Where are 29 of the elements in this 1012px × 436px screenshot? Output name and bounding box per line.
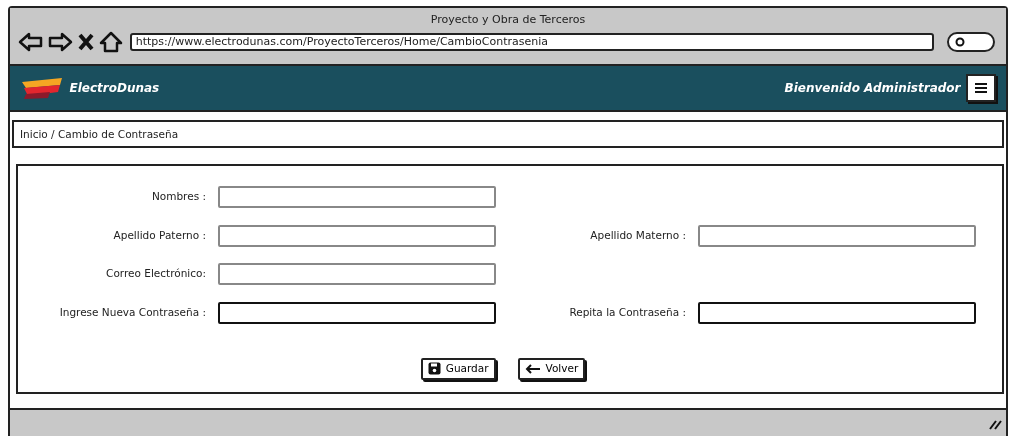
field-label: Nombres : <box>150 189 207 205</box>
forward-icon[interactable] <box>46 31 73 54</box>
field-label: Ingrese Nueva Contraseña : <box>58 304 207 320</box>
logo-icon <box>20 76 64 100</box>
input-field[interactable] <box>218 263 496 286</box>
arrow-left-icon <box>524 363 541 374</box>
welcome-text: Bienvenido Administrador <box>784 80 961 97</box>
window-title: Proyecto y Obra de Terceros <box>429 12 587 28</box>
address-bar[interactable]: https://www.electrodunas.com/ProyectoTerceros/Home/CambioContrasenia <box>129 33 934 52</box>
back-icon[interactable] <box>18 31 44 54</box>
input-field[interactable] <box>218 186 496 209</box>
search-icon <box>955 36 967 48</box>
field-label: Apellido Materno : <box>589 227 687 243</box>
password-field[interactable] <box>698 301 976 324</box>
menu-button[interactable] <box>966 74 996 102</box>
brand-name: ElectroDunas <box>69 80 160 97</box>
field-label: Apellido Paterno : <box>112 227 207 243</box>
breadcrumb: Inicio / Cambio de Contraseña <box>12 120 1004 148</box>
menu-icon <box>974 82 988 94</box>
field-label: Repita la Contraseña : <box>568 304 687 320</box>
field-label: Correo Electrónico: <box>105 266 207 282</box>
search-field[interactable] <box>947 32 996 53</box>
save-button[interactable]: Guardar <box>420 358 496 380</box>
home-icon[interactable] <box>98 31 125 54</box>
resize-grip-icon <box>988 418 1002 430</box>
password-field[interactable] <box>218 301 496 324</box>
back-button[interactable]: Volver <box>517 358 586 380</box>
input-field[interactable] <box>698 224 976 247</box>
input-field[interactable] <box>218 224 496 247</box>
